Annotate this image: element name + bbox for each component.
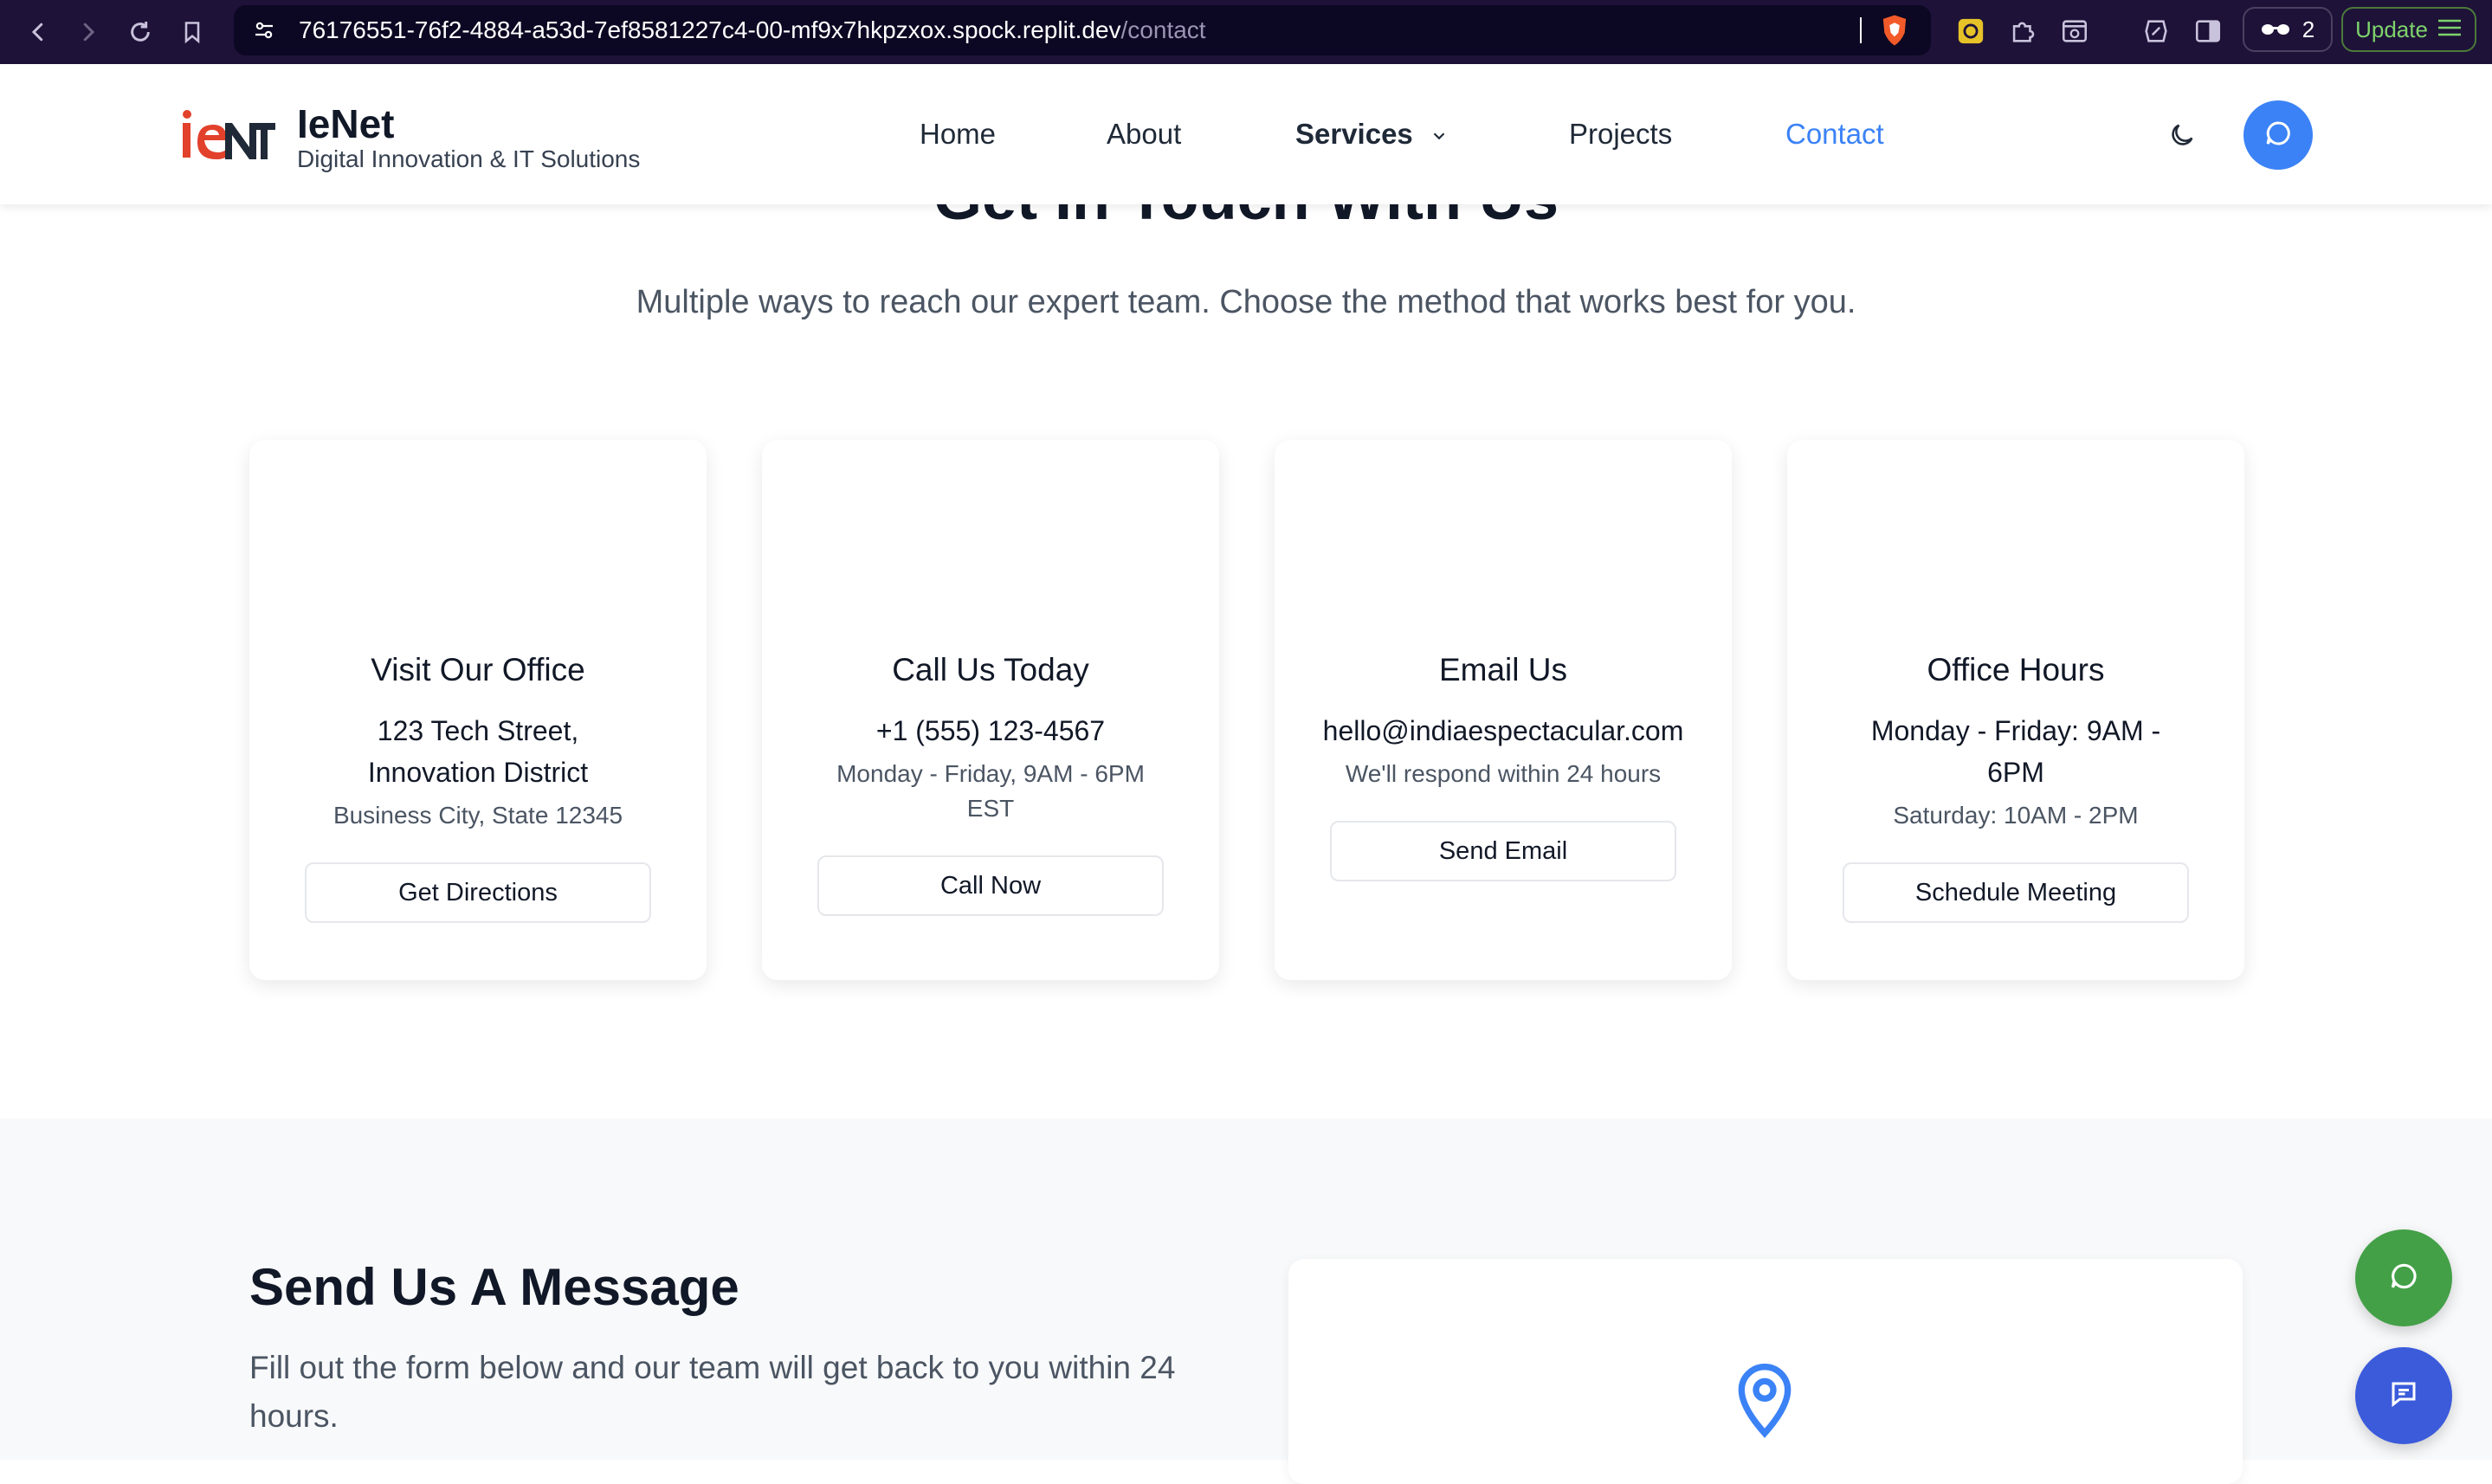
window-count: 2 — [2302, 16, 2315, 42]
card-title: Visit Our Office — [371, 652, 585, 687]
send-email-button[interactable]: Send Email — [1330, 821, 1676, 881]
section-title: Send Us A Message — [249, 1258, 739, 1316]
menu-icon — [2437, 16, 2463, 43]
map-card — [1288, 1259, 2243, 1484]
card-address: 123 Tech Street, Innovation District — [367, 715, 589, 788]
address-bar[interactable]: 76176551-76f2-4884-a53d-7ef8581227c4-00-… — [234, 5, 1931, 55]
ienet-logo[interactable] — [178, 104, 275, 165]
url-text: 76176551-76f2-4884-a53d-7ef8581227c4-00-… — [299, 5, 1206, 55]
section-description: Fill out the form below and our team wil… — [249, 1350, 1176, 1434]
message-section: Send Us A Message Fill out the form belo… — [0, 1119, 2492, 1484]
card-phone-number: +1 (555) 123-4567 — [875, 715, 1106, 746]
forward-icon[interactable] — [69, 13, 107, 51]
url-path: /contact — [1120, 16, 1206, 43]
leo-icon[interactable] — [2139, 14, 2173, 48]
card-title: Email Us — [1438, 652, 1568, 687]
nav-about[interactable]: About — [1107, 118, 1181, 151]
sidebar-icon[interactable] — [2191, 14, 2225, 48]
moon-icon[interactable] — [2163, 116, 2201, 154]
brand-tagline: Digital Innovation & IT Solutions — [297, 145, 641, 172]
puzzle-icon[interactable] — [2005, 14, 2040, 48]
card-phone: Call Us Today +1 (555) 123-4567 Monday -… — [762, 440, 1219, 980]
nav-projects[interactable]: Projects — [1569, 118, 1672, 151]
map-pin-icon — [1730, 1361, 1799, 1439]
card-weekday-hours: Monday - Friday: 9AM - 6PM — [1870, 715, 2161, 788]
site-header: IeNet Digital Innovation & IT Solutions … — [0, 64, 2492, 204]
back-icon[interactable] — [19, 13, 57, 51]
reader-icon[interactable] — [2057, 14, 2092, 48]
site-settings-icon[interactable] — [251, 17, 277, 48]
private-window-chip[interactable]: 2 — [2243, 7, 2333, 52]
extension-icon[interactable] — [1953, 14, 1988, 48]
nav-contact[interactable]: Contact — [1785, 118, 1884, 151]
divider — [1860, 17, 1862, 43]
card-subtext: We'll respond within 24 hours — [1345, 760, 1662, 787]
chat-button[interactable] — [2243, 100, 2313, 170]
card-title: Call Us Today — [892, 652, 1089, 687]
bookmark-icon[interactable] — [173, 13, 211, 51]
card-office: Visit Our Office 123 Tech Street, Innova… — [249, 440, 707, 980]
get-directions-button[interactable]: Get Directions — [305, 862, 651, 923]
nav-services[interactable]: Services — [1295, 118, 1449, 152]
call-now-button[interactable]: Call Now — [817, 855, 1164, 916]
live-chat-button[interactable] — [2355, 1347, 2452, 1444]
card-hours: Office Hours Monday - Friday: 9AM - 6PM … — [1787, 440, 2244, 980]
chevron-down-icon — [1430, 119, 1449, 152]
page-subtitle: Multiple ways to reach our expert team. … — [636, 284, 1856, 320]
whatsapp-chat-button[interactable] — [2355, 1229, 2452, 1326]
message-circle-icon — [2263, 118, 2294, 153]
card-subtext: Business City, State 12345 — [332, 802, 623, 829]
schedule-meeting-button[interactable]: Schedule Meeting — [1843, 862, 2189, 923]
message-circle-icon — [2387, 1260, 2420, 1297]
brand-name[interactable]: IeNet — [297, 100, 394, 147]
card-subtext: Saturday: 10AM - 2PM — [1893, 802, 2139, 829]
nav-services-label: Services — [1295, 118, 1413, 150]
card-title: Office Hours — [1927, 652, 2105, 687]
reload-icon[interactable] — [121, 13, 159, 51]
card-email: Email Us hello@indiaespectacular.com We'… — [1275, 440, 1732, 980]
update-button[interactable]: Update — [2341, 7, 2476, 52]
browser-toolbar: 76176551-76f2-4884-a53d-7ef8581227c4-00-… — [0, 0, 2492, 64]
brave-shield-icon[interactable] — [1879, 14, 1910, 51]
nav-home[interactable]: Home — [920, 118, 996, 151]
url-host: 76176551-76f2-4884-a53d-7ef8581227c4-00-… — [299, 16, 1121, 43]
glasses-icon — [2261, 16, 2290, 43]
card-email-address[interactable]: hello@indiaespectacular.com — [1292, 710, 1714, 752]
update-label: Update — [2355, 16, 2428, 42]
card-subtext: Monday - Friday, 9AM - 6PM EST — [836, 760, 1145, 822]
message-square-icon — [2388, 1378, 2419, 1414]
